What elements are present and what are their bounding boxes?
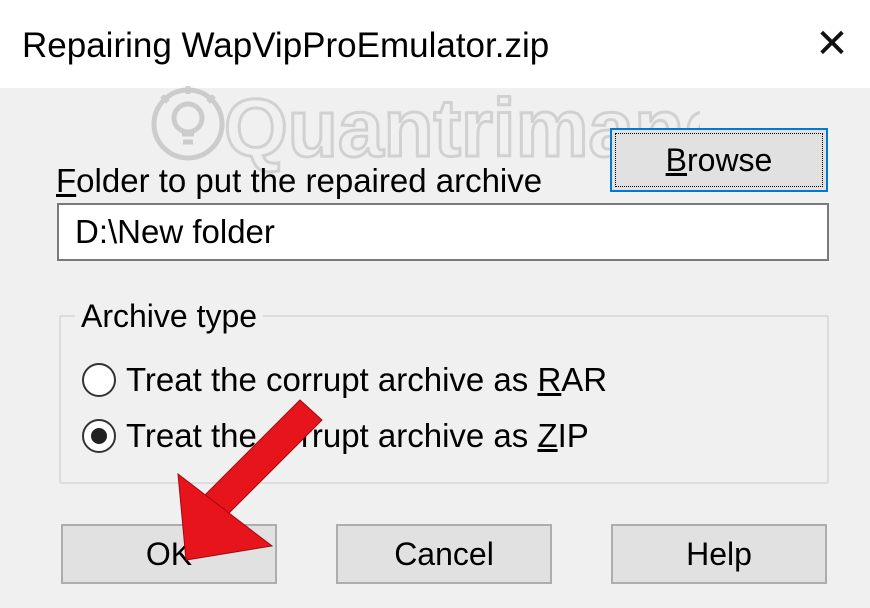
radio-unchecked-icon[interactable]	[82, 363, 116, 397]
close-icon: ✕	[815, 22, 849, 66]
radio-treat-as-zip[interactable]: Treat the corrupt archive as ZIP	[82, 414, 589, 458]
help-button[interactable]: Help	[611, 524, 827, 584]
radio-zip-label: Treat the corrupt archive as ZIP	[126, 417, 589, 454]
folder-label: Folder to put the repaired archive	[56, 162, 543, 199]
folder-path-input[interactable]	[57, 203, 829, 261]
radio-checked-icon[interactable]	[82, 419, 116, 453]
ok-button[interactable]: OK	[61, 524, 277, 584]
archive-type-legend: Archive type	[75, 298, 264, 335]
lightbulb-icon	[151, 86, 225, 161]
browse-button-label: Browse	[615, 133, 823, 187]
close-button[interactable]: ✕	[794, 0, 870, 88]
radio-treat-as-rar[interactable]: Treat the corrupt archive as RAR	[82, 358, 607, 402]
radio-dot	[91, 428, 107, 444]
repair-archive-dialog: Repairing WapVipProEmulator.zip ✕ Quantr…	[0, 0, 870, 608]
radio-rar-label: Treat the corrupt archive as RAR	[126, 361, 608, 398]
title-bar[interactable]: Repairing WapVipProEmulator.zip ✕	[0, 0, 870, 88]
window-title: Repairing WapVipProEmulator.zip	[22, 26, 550, 65]
cancel-button[interactable]: Cancel	[336, 524, 552, 584]
browse-button[interactable]: Browse	[610, 128, 828, 192]
